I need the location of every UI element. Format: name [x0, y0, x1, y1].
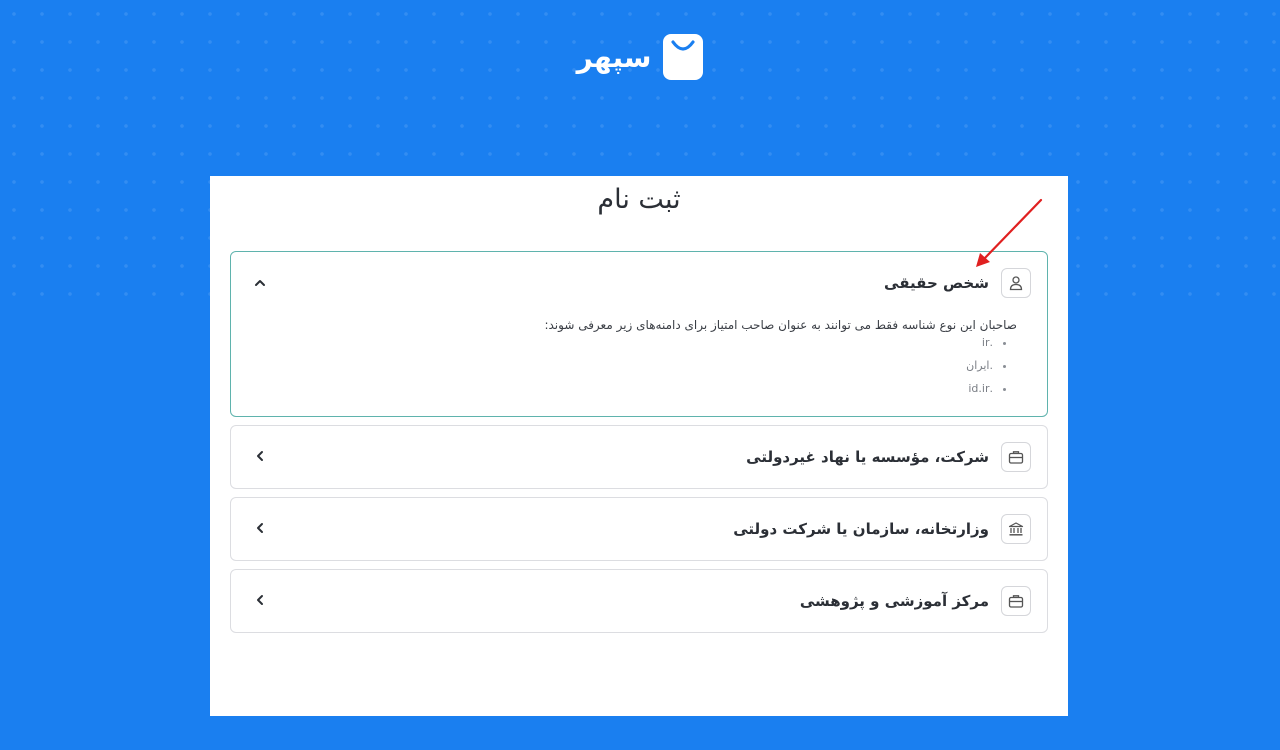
- brand-header: سپهر: [0, 34, 1280, 80]
- chevron-left-icon[interactable]: [251, 591, 269, 609]
- user-icon: [1001, 268, 1031, 298]
- accordion-item-government[interactable]: وزارتخانه، سازمان یا شرکت دولتی: [230, 497, 1048, 561]
- list-item: .ir: [261, 336, 993, 359]
- briefcase-icon: [1001, 442, 1031, 472]
- accordion-item-education-research[interactable]: مرکز آموزشی و پژوهشی: [230, 569, 1048, 633]
- accordion-header-education-research[interactable]: مرکز آموزشی و پژوهشی: [231, 570, 1047, 632]
- chevron-left-icon[interactable]: [251, 447, 269, 465]
- chevron-up-icon[interactable]: [251, 274, 269, 292]
- accordion-description: صاحبان این نوع شناسه فقط می توانند به عن…: [544, 318, 1017, 332]
- accordion-item-private-organization[interactable]: شرکت، مؤسسه یا نهاد غیردولتی: [230, 425, 1048, 489]
- accordion-label: شخص حقیقی: [884, 274, 989, 292]
- accordion-item-natural-person: شخص حقیقی صاحبان این نوع شناسه فقط می تو…: [230, 251, 1048, 417]
- accordion-header-private-organization[interactable]: شرکت، مؤسسه یا نهاد غیردولتی: [231, 426, 1047, 488]
- list-item: .ایران: [261, 359, 993, 382]
- chevron-left-icon[interactable]: [251, 519, 269, 537]
- bank-icon: [1001, 514, 1031, 544]
- accordion-label: وزارتخانه، سازمان یا شرکت دولتی: [733, 520, 989, 538]
- accordion-header-natural-person[interactable]: شخص حقیقی: [231, 252, 1047, 314]
- accordion-header-government[interactable]: وزارتخانه، سازمان یا شرکت دولتی: [231, 498, 1047, 560]
- brand-name: سپهر: [576, 40, 652, 74]
- domain-list: .ir .ایران .id.ir: [261, 336, 1017, 405]
- page-title: ثبت نام: [597, 184, 681, 215]
- shopping-bag-icon: [663, 34, 704, 80]
- accordion-label: مرکز آموزشی و پژوهشی: [799, 592, 989, 610]
- list-item: .id.ir: [261, 382, 993, 405]
- accordion-body: صاحبان این نوع شناسه فقط می توانند به عن…: [261, 318, 1017, 405]
- registration-card: ثبت نام شخص حقیقی صاحبان این نوع شناسه ف…: [210, 176, 1068, 716]
- accordion-label: شرکت، مؤسسه یا نهاد غیردولتی: [746, 448, 989, 466]
- briefcase-icon: [1001, 586, 1031, 616]
